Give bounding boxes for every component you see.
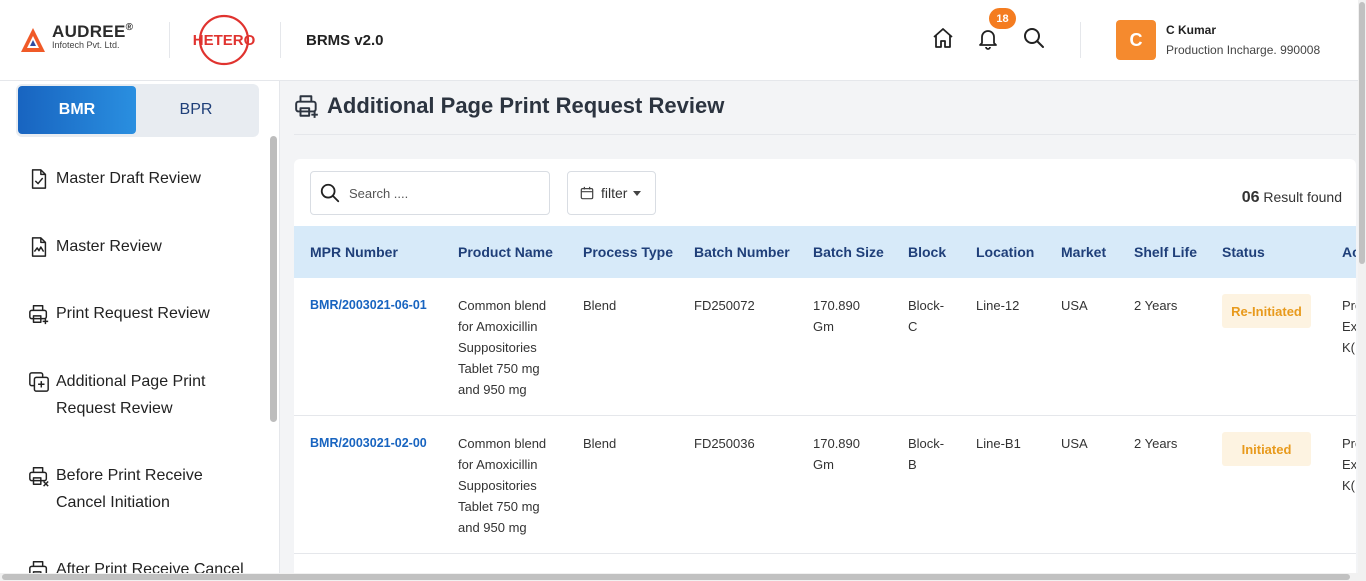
column-header-batch-size[interactable]: Batch Size [813,244,884,260]
market-cell: USA [1061,436,1088,451]
filter-label: filter [601,185,628,201]
sidebar-item-label: Master Review [56,238,162,255]
scrollbar-thumb[interactable] [2,574,1350,580]
action-cell[interactable]: Pro Exe K( [1342,295,1356,358]
batch-size-cell: 170.890 Gm [813,436,860,472]
logo-registered-mark: ® [125,22,134,33]
table-row[interactable]: BMR/2003021-02-00 Common blend for Amoxi… [294,416,1356,554]
top-header: AUDREE® Infotech Pvt. Ltd. HETERO BRMS v… [0,0,1366,81]
batch-number-cell: FD250072 [694,298,755,313]
status-badge: Initiated [1222,432,1311,466]
column-header-shelf-life[interactable]: Shelf Life [1134,244,1197,260]
product-name-cell: Common blend for Amoxicillin Suppositori… [458,298,547,397]
market-cell: USA [1061,298,1088,313]
column-header-action[interactable]: Act [1342,244,1356,260]
column-header-block[interactable]: Block [908,244,946,260]
printer-plus-icon [29,305,49,325]
shelf-life-cell: 2 Years [1134,298,1178,313]
results-card: filter 06 Result found MPR Number Produc… [294,159,1356,581]
result-suffix: Result found [1263,189,1342,205]
batch-size-cell: 170.890 Gm [813,298,860,334]
calendar-icon [580,186,594,200]
table-row[interactable]: BMR/2003021-06-01 Common blend for Amoxi… [294,278,1356,416]
sidebar-scrollbar[interactable] [270,136,277,422]
column-header-market[interactable]: Market [1061,244,1106,260]
sidebar-item-label: Before Print Receive Cancel Initiation [56,467,203,511]
filter-dropdown[interactable]: filter [567,171,656,215]
status-badge: Re-Initiated [1222,294,1311,328]
sidebar-item-additional-page-print-request-review[interactable]: Additional Page Print Request Review [28,368,246,422]
sidebar-item-print-request-review[interactable]: Print Request Review [28,300,246,327]
search-icon [320,183,340,203]
process-type-cell: Blend [583,436,617,451]
search-box[interactable] [310,171,550,215]
document-check-icon [31,169,47,189]
user-name[interactable]: C Kumar [1166,23,1216,37]
scrollbar-thumb[interactable] [1359,2,1365,264]
printer-plus-icon [295,95,318,118]
page-horizontal-scrollbar[interactable] [0,573,1358,581]
page-vertical-scrollbar[interactable] [1358,0,1366,581]
column-header-product-name[interactable]: Product Name [458,244,553,260]
printer-x-icon [29,467,49,487]
hetero-logo: HETERO [193,14,256,66]
process-type-cell: Blend [583,298,617,313]
header-divider [280,22,281,58]
location-cell: Line-B1 [976,436,1021,451]
document-signature-icon [31,237,47,257]
table-header: MPR Number Product Name Process Type Bat… [294,226,1356,278]
search-icon[interactable] [1022,26,1046,50]
sidebar-item-master-draft-review[interactable]: Master Draft Review [28,165,246,192]
home-icon[interactable] [931,26,955,50]
shelf-life-cell: 2 Years [1134,436,1178,451]
mpr-number-link[interactable]: BMR/2003021-06-01 [310,295,427,316]
product-name-cell: Common blend for Amoxicillin Suppositori… [458,436,547,535]
hetero-logo-text: HETERO [193,32,256,49]
location-cell: Line-12 [976,298,1020,313]
title-divider [294,134,1356,135]
notification-badge[interactable]: 18 [987,6,1018,31]
sidebar: BMR BPR Master Draft Review Master Revie… [0,81,280,581]
tab-bmr[interactable]: BMR [18,86,136,134]
sidebar-item-label: Print Request Review [56,305,210,322]
header-divider [1080,22,1081,58]
sidebar-item-label: Additional Page Print Request Review [56,373,206,417]
user-avatar[interactable]: C [1116,20,1156,60]
action-cell[interactable]: Pro Exe K( [1342,433,1356,496]
audree-logo-mark-icon [21,28,45,52]
block-cell: Block-C [908,298,945,334]
sidebar-item-label: Master Draft Review [56,170,201,187]
column-header-status[interactable]: Status [1222,244,1265,260]
tab-bpr[interactable]: BPR [137,86,255,134]
app-title: BRMS v2.0 [306,32,384,49]
page-title: Additional Page Print Request Review [327,93,725,118]
sidebar-item-before-print-receive-cancel[interactable]: Before Print Receive Cancel Initiation [28,462,246,516]
caret-down-icon [633,190,642,196]
column-header-mpr-number[interactable]: MPR Number [310,244,398,260]
column-header-location[interactable]: Location [976,244,1034,260]
audree-logo[interactable]: AUDREE® Infotech Pvt. Ltd. [20,22,133,53]
copy-plus-icon [29,372,49,392]
logo-name: AUDREE [52,22,126,41]
column-header-batch-number[interactable]: Batch Number [694,244,790,260]
result-count: 06 [1241,189,1260,206]
user-role: Production Incharge. 990008 [1166,43,1321,57]
batch-number-cell: FD250036 [694,436,755,451]
column-header-process-type[interactable]: Process Type [583,244,673,260]
sidebar-item-master-review[interactable]: Master Review [28,233,246,260]
search-input[interactable] [349,185,539,201]
block-cell: Block-B [908,436,945,472]
record-type-toggle: BMR BPR [16,84,259,137]
page-heading: Additional Page Print Request Review [294,93,724,119]
result-count-text: 06 Result found [1242,189,1342,207]
mpr-number-link[interactable]: BMR/2003021-02-00 [310,433,427,454]
header-divider [169,22,170,58]
